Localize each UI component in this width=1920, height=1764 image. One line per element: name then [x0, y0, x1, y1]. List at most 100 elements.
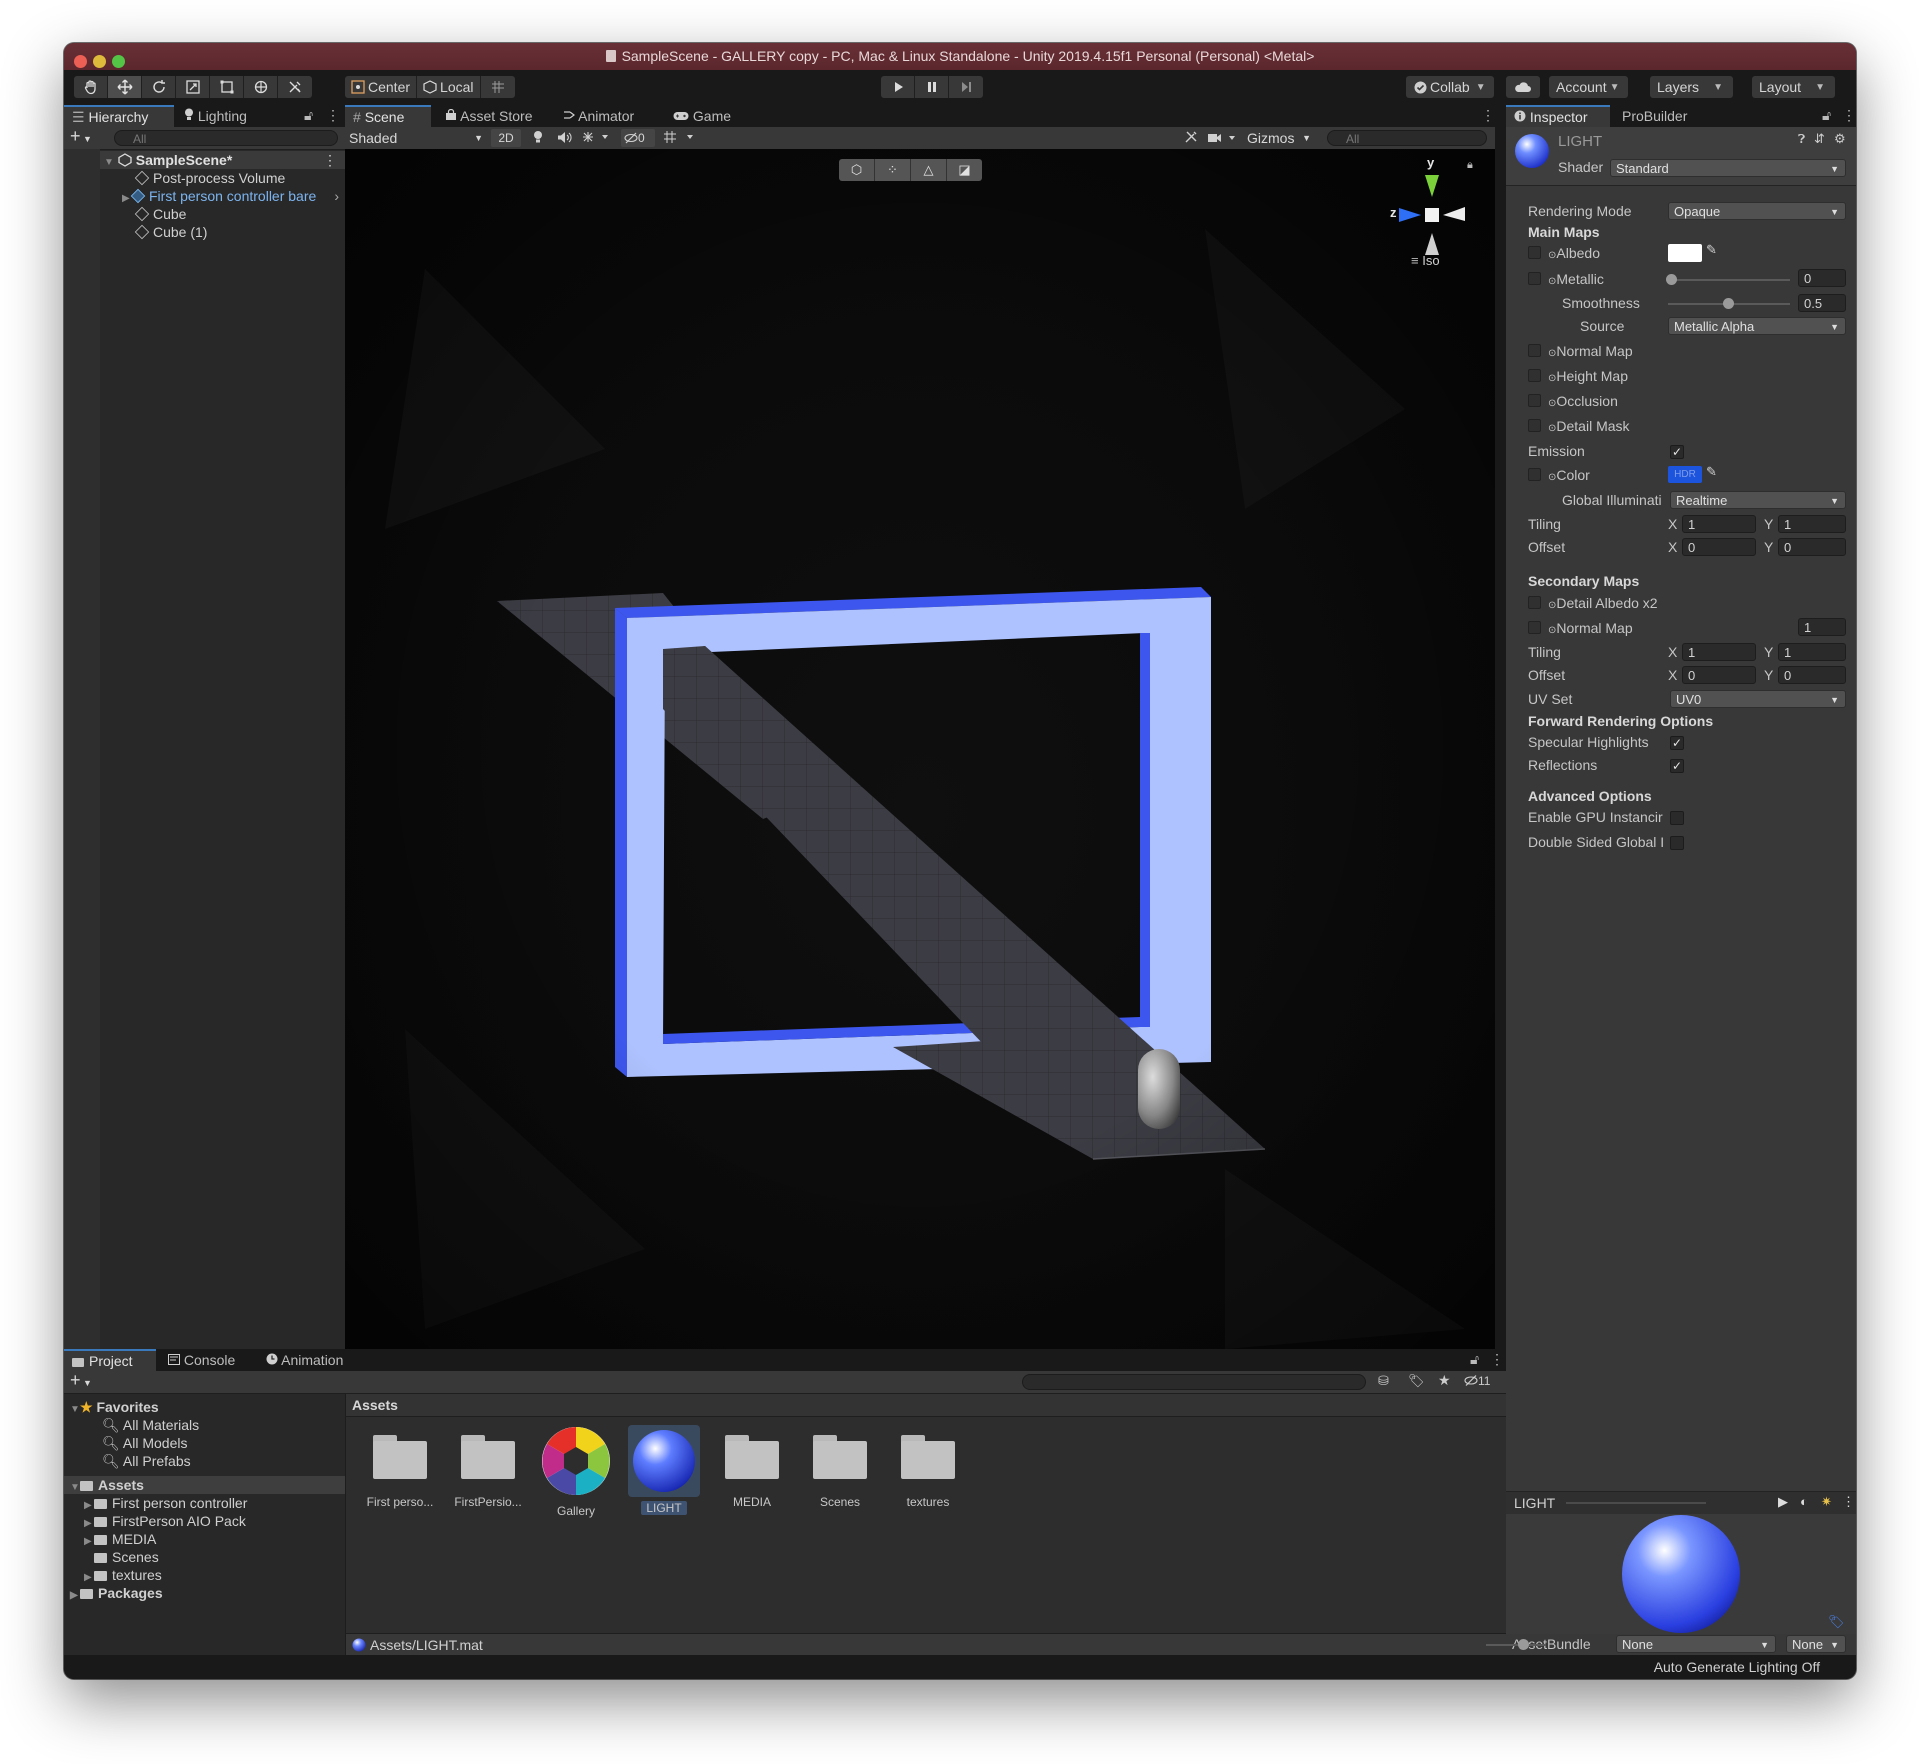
custom-tool-button[interactable]	[278, 76, 312, 98]
detail-albedo-slot[interactable]	[1528, 596, 1541, 609]
scale-tool-button[interactable]	[176, 76, 210, 98]
tab-animator[interactable]: Animator	[555, 105, 642, 127]
edge-mode-button[interactable]: △	[911, 159, 947, 181]
hierarchy-scene-row[interactable]: ▼ SampleScene* ⋮	[100, 151, 345, 169]
offset-x-field[interactable]: 0	[1682, 538, 1756, 556]
effects-dropdown[interactable]	[581, 130, 611, 147]
asset-item[interactable]: First perso...	[360, 1433, 440, 1509]
scene-lighting-toggle[interactable]	[533, 130, 543, 147]
tab-animation[interactable]: Animation	[258, 1349, 351, 1371]
account-dropdown[interactable]: Account ▼	[1549, 76, 1628, 98]
projection-toggle[interactable]: ≡ Iso	[1411, 253, 1440, 268]
search-by-type-icon[interactable]: ⛁	[1378, 1373, 1389, 1389]
source-dropdown[interactable]: Metallic Alpha ▼	[1668, 317, 1846, 335]
lock-icon[interactable]: 🔓︎	[304, 107, 313, 124]
asset-folder-row[interactable]: ▶ textures	[84, 1566, 162, 1584]
asset-item[interactable]: textures	[888, 1433, 968, 1509]
albedo-texture-slot[interactable]	[1528, 246, 1541, 259]
play-button[interactable]	[881, 76, 915, 98]
scene-render[interactable]	[345, 149, 1495, 1349]
object-mode-button[interactable]: ⬡	[839, 159, 875, 181]
audio-toggle[interactable]	[557, 131, 573, 147]
hierarchy-item[interactable]: Post-process Volume	[134, 169, 285, 187]
move-tool-button[interactable]	[108, 76, 142, 98]
albedo-color-swatch[interactable]	[1668, 244, 1702, 262]
sec-offset-x-field[interactable]: 0	[1682, 666, 1756, 684]
tab-game[interactable]: Game	[665, 105, 739, 127]
tab-project[interactable]: Project	[64, 1349, 156, 1371]
shader-dropdown[interactable]: Standard ▼	[1610, 159, 1846, 177]
favorite-item[interactable]: 🔍︎ All Materials	[102, 1416, 199, 1434]
asset-item[interactable]: MEDIA	[712, 1433, 792, 1509]
breadcrumb-assets[interactable]: Assets	[352, 1397, 398, 1413]
tab-probuilder[interactable]: ProBuilder	[1614, 105, 1695, 127]
chevron-right-icon[interactable]: ›	[334, 187, 339, 205]
offset-y-field[interactable]: 0	[1778, 538, 1846, 556]
eyedropper-icon[interactable]: ✎	[1706, 242, 1717, 258]
metallic-value-field[interactable]: 0	[1798, 269, 1846, 287]
icon-size-slider-knob[interactable]	[1518, 1639, 1529, 1650]
assetbundle-variant-dropdown[interactable]: None ▼	[1786, 1635, 1846, 1653]
favorite-star-icon[interactable]: ★	[1438, 1372, 1451, 1389]
pivot-center-button[interactable]: Center	[345, 76, 418, 98]
tab-inspector[interactable]: Inspector	[1506, 105, 1610, 127]
close-window-button[interactable]	[74, 55, 87, 68]
hierarchy-item[interactable]: Cube	[134, 205, 186, 223]
sec-tiling-y-field[interactable]: 1	[1778, 643, 1846, 661]
collab-dropdown[interactable]: Collab ▼	[1406, 76, 1494, 98]
double-sided-gi-checkbox[interactable]	[1670, 836, 1684, 850]
tab-console[interactable]: Console	[160, 1349, 243, 1371]
hidden-packages-toggle[interactable]: 11	[1464, 1374, 1490, 1388]
packages-row[interactable]: ▶ Packages	[70, 1584, 163, 1602]
panel-menu-icon[interactable]: ⋮	[326, 107, 340, 124]
presets-icon[interactable]: ⇵	[1814, 131, 1825, 147]
inspector-lock-icon[interactable]: 🔓︎	[1822, 107, 1831, 124]
scene-menu-icon[interactable]: ⋮	[323, 151, 337, 169]
grid-dropdown[interactable]	[663, 130, 697, 147]
camera-dropdown[interactable]	[1207, 131, 1239, 147]
emission-checkbox[interactable]: ✓	[1670, 445, 1684, 459]
minimize-window-button[interactable]	[93, 55, 106, 68]
emission-map-slot[interactable]	[1528, 468, 1541, 481]
create-plus-icon[interactable]: + ▼	[70, 126, 92, 147]
rect-tool-button[interactable]	[210, 76, 244, 98]
scene-panel-menu-icon[interactable]: ⋮	[1481, 107, 1495, 124]
global-illumination-dropdown[interactable]: Realtime ▼	[1670, 491, 1846, 509]
asset-item[interactable]: Scenes	[800, 1433, 880, 1509]
pause-button[interactable]	[915, 76, 949, 98]
favorite-item[interactable]: 🔍︎ All Prefabs	[102, 1452, 191, 1470]
assets-root-row[interactable]: ▼ Assets	[64, 1476, 345, 1494]
search-by-label-icon[interactable]: 🏷︎	[1408, 1373, 1425, 1389]
project-create-plus-icon[interactable]: + ▼	[70, 1370, 92, 1391]
layout-dropdown[interactable]: Layout ▼	[1752, 76, 1835, 98]
2d-toggle-button[interactable]: 2D	[491, 129, 521, 147]
transform-tool-button[interactable]	[244, 76, 278, 98]
detail-normal-scale-field[interactable]: 1	[1798, 618, 1846, 636]
asset-folder-row[interactable]: ▶ MEDIA	[84, 1530, 156, 1548]
asset-item[interactable]: Gallery	[536, 1425, 616, 1518]
favorite-item[interactable]: 🔍︎ All Models	[102, 1434, 188, 1452]
sec-offset-y-field[interactable]: 0	[1778, 666, 1846, 684]
material-preview[interactable]: 🏷︎	[1506, 1514, 1856, 1634]
rotate-tool-button[interactable]	[142, 76, 176, 98]
tab-asset-store[interactable]: Asset Store	[437, 105, 541, 127]
favorites-row[interactable]: ▼★ Favorites	[70, 1398, 159, 1416]
layers-dropdown[interactable]: Layers ▼	[1650, 76, 1733, 98]
gpu-instancing-checkbox[interactable]	[1670, 811, 1684, 825]
sec-tiling-x-field[interactable]: 1	[1682, 643, 1756, 661]
vertex-mode-button[interactable]: ⁘	[875, 159, 911, 181]
preview-drag-handle[interactable]	[1566, 1502, 1706, 1504]
gizmo-center-cube[interactable]	[1425, 208, 1439, 222]
preview-lights-icon[interactable]: ✷	[1821, 1494, 1832, 1510]
detail-normal-slot[interactable]	[1528, 621, 1541, 634]
scene-viewport[interactable]: ⬡ ⁘ △ ◪ y z 🔒︎ ≡ Iso	[345, 149, 1495, 1349]
scene-tools-icon[interactable]	[1183, 130, 1199, 147]
detail-mask-slot[interactable]	[1528, 419, 1541, 432]
inspector-menu-icon[interactable]: ⋮	[1842, 107, 1856, 124]
scene-search-input[interactable]: All	[1327, 130, 1487, 146]
normal-map-slot[interactable]	[1528, 344, 1541, 357]
hdr-color-swatch[interactable]: HDR	[1668, 466, 1702, 483]
pivot-space-button[interactable]: Local	[417, 76, 481, 98]
assetbundle-dropdown[interactable]: None ▼	[1616, 1635, 1776, 1653]
help-icon[interactable]: ❓︎	[1798, 132, 1805, 147]
